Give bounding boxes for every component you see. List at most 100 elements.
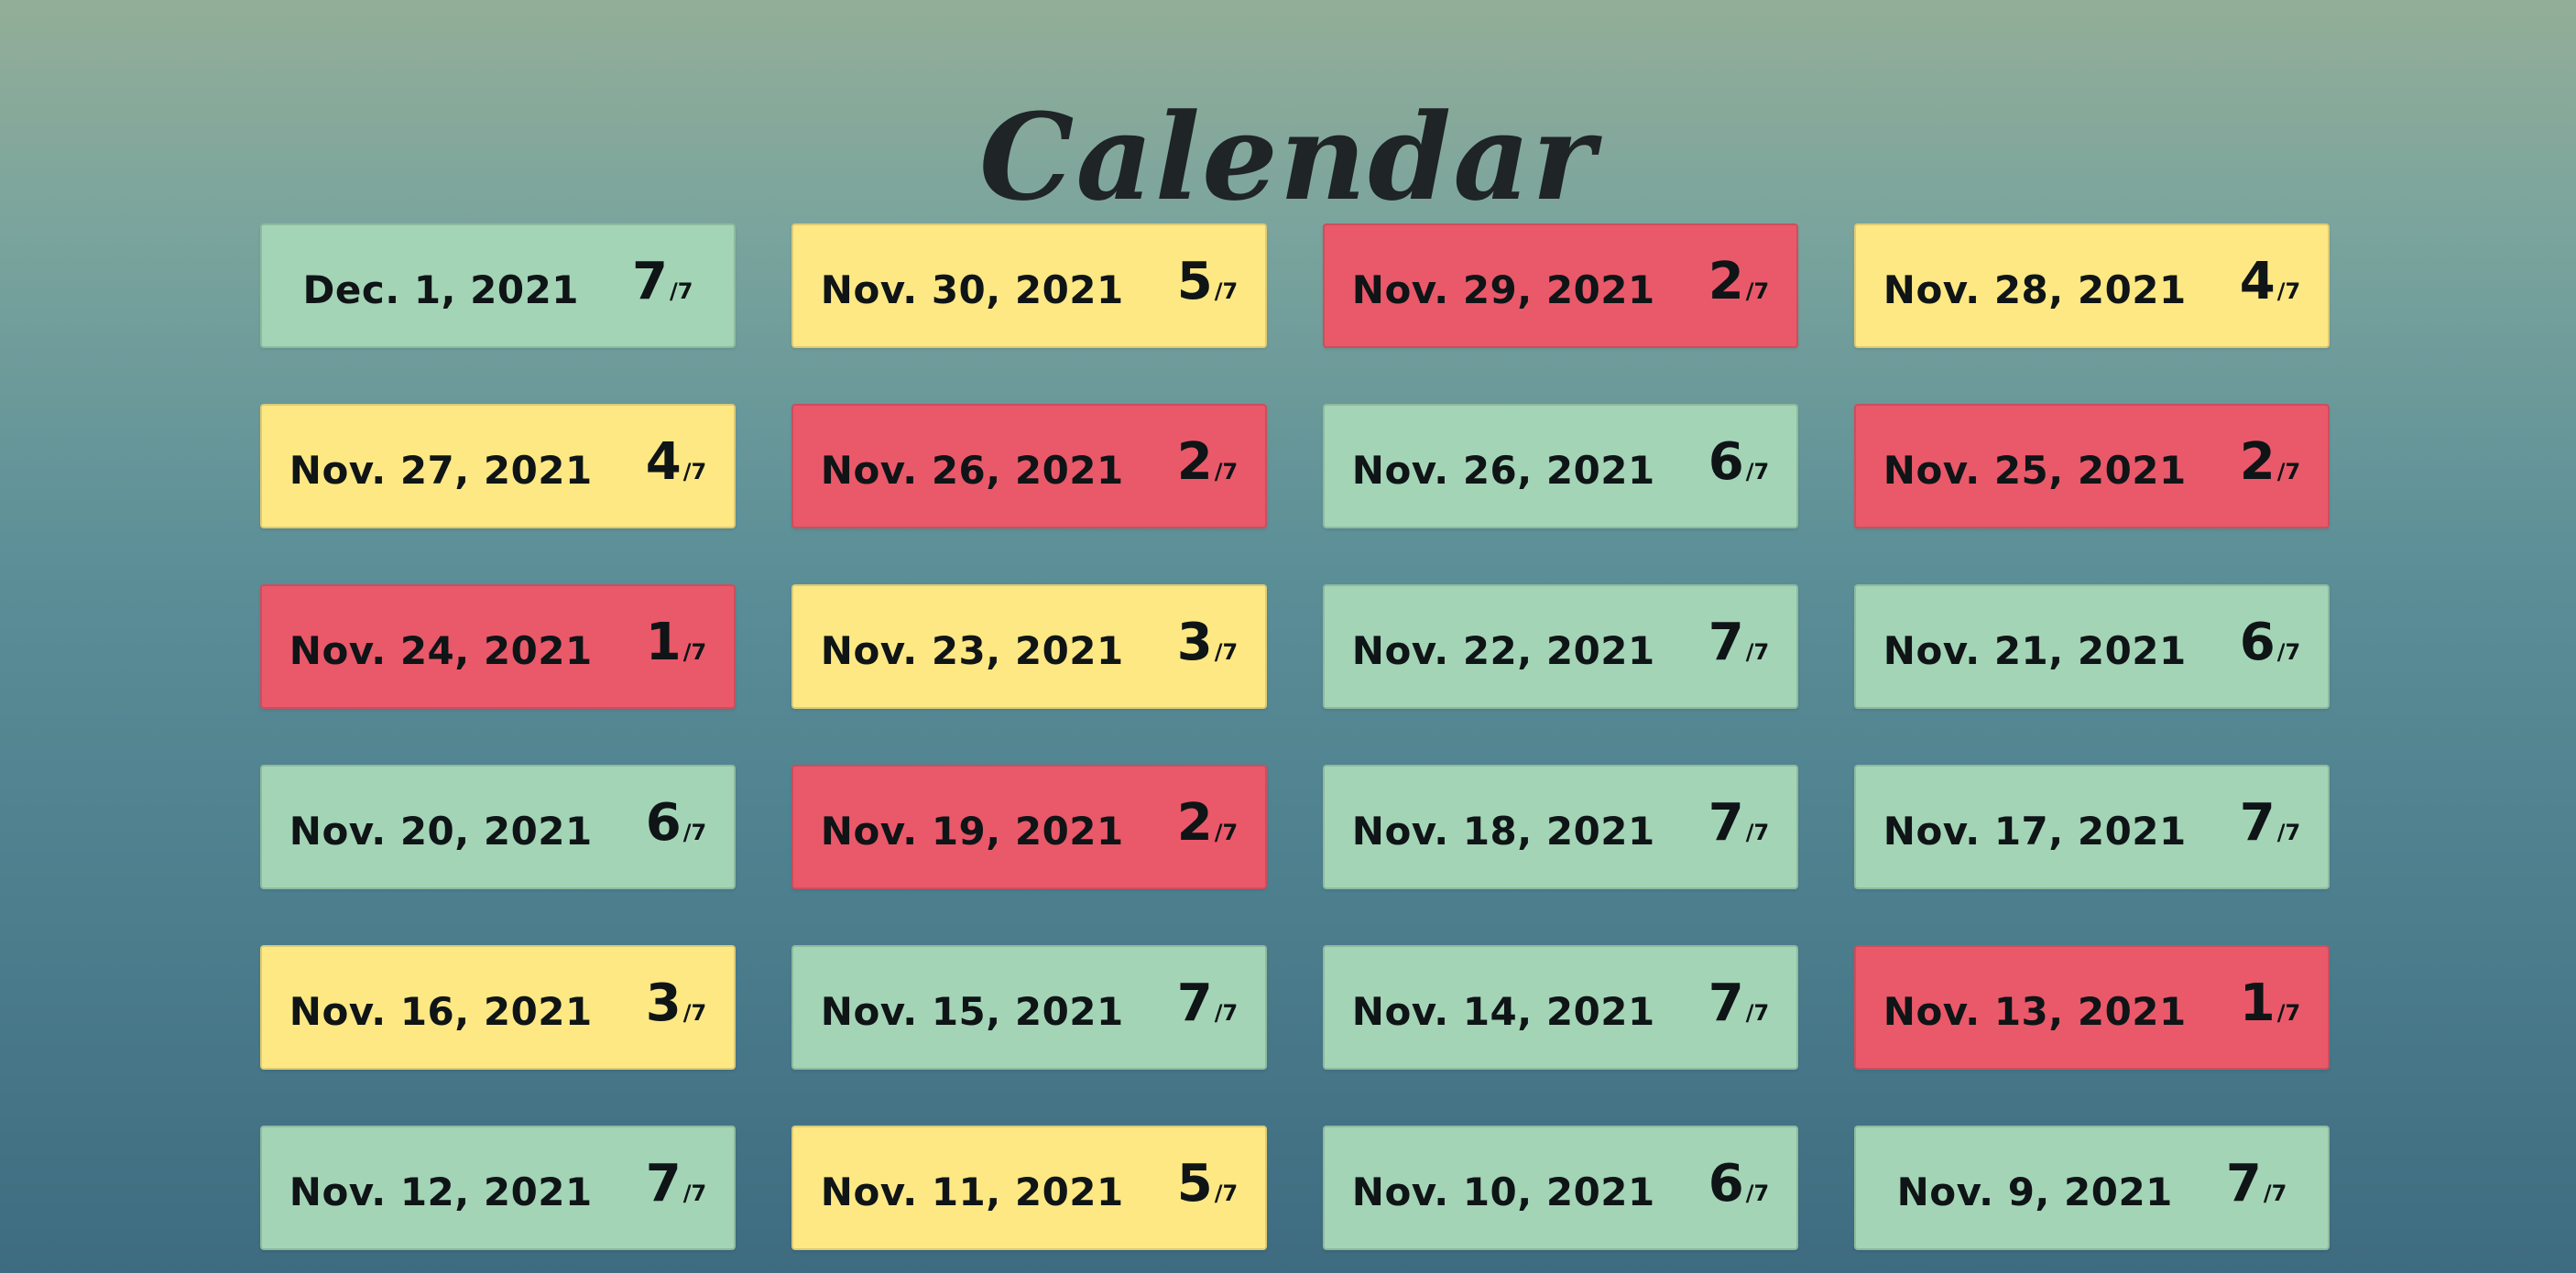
score-total: /7 [1214, 819, 1239, 845]
day-date: Nov. 26, 2021 [1351, 447, 1655, 493]
day-score: 4/7 [2240, 252, 2300, 321]
score-value: 1 [2239, 973, 2276, 1033]
score-total: /7 [682, 638, 707, 665]
score-value: 7 [645, 1153, 682, 1213]
day-date: Nov. 13, 2021 [1883, 988, 2187, 1034]
day-card[interactable]: Nov. 24, 2021 1/7 [260, 584, 736, 709]
day-date: Nov. 19, 2021 [820, 808, 1124, 854]
day-date: Nov. 25, 2021 [1883, 447, 2187, 493]
score-total: /7 [1745, 458, 1770, 484]
day-card[interactable]: Nov. 21, 2021 6/7 [1854, 584, 2330, 709]
day-card[interactable]: Nov. 26, 2021 6/7 [1323, 404, 1798, 528]
score-total: /7 [682, 819, 707, 845]
day-card[interactable]: Nov. 30, 2021 5/7 [791, 223, 1267, 348]
day-card[interactable]: Nov. 10, 2021 6/7 [1323, 1126, 1798, 1250]
day-date: Nov. 20, 2021 [289, 808, 593, 854]
score-value: 3 [645, 973, 682, 1033]
score-total: /7 [670, 277, 693, 304]
day-card[interactable]: Nov. 28, 2021 4/7 [1854, 223, 2330, 348]
score-value: 2 [1176, 431, 1213, 492]
day-date: Nov. 12, 2021 [289, 1169, 593, 1214]
day-card[interactable]: Nov. 13, 2021 1/7 [1854, 945, 2330, 1070]
score-value: 7 [2239, 792, 2276, 853]
day-score: 4/7 [646, 432, 706, 501]
day-date: Nov. 10, 2021 [1351, 1169, 1655, 1214]
score-value: 6 [645, 792, 682, 853]
score-total: /7 [682, 458, 707, 484]
day-date: Nov. 17, 2021 [1883, 808, 2187, 854]
day-card[interactable]: Dec. 1, 2021 7/7 [260, 223, 736, 348]
calendar-grid: Dec. 1, 2021 7/7 Nov. 30, 2021 5/7 Nov. 29… [260, 223, 2330, 1250]
day-date: Nov. 26, 2021 [820, 447, 1124, 493]
day-score: 2/7 [1177, 432, 1238, 501]
day-card[interactable]: Nov. 11, 2021 5/7 [791, 1126, 1267, 1250]
score-total: /7 [1745, 277, 1770, 304]
day-card[interactable]: Nov. 12, 2021 7/7 [260, 1126, 736, 1250]
day-card[interactable]: Nov. 9, 2021 7/7 [1854, 1126, 2330, 1250]
day-card[interactable]: Nov. 22, 2021 7/7 [1323, 584, 1798, 709]
day-score: 2/7 [2240, 432, 2300, 501]
day-score: 7/7 [646, 1154, 706, 1223]
score-total: /7 [1745, 819, 1770, 845]
score-value: 7 [1708, 792, 1744, 853]
day-score: 2/7 [1177, 793, 1238, 862]
day-score: 7/7 [2240, 793, 2300, 862]
day-card[interactable]: Nov. 23, 2021 3/7 [791, 584, 1267, 709]
day-date: Nov. 23, 2021 [820, 627, 1124, 673]
day-card[interactable]: Nov. 15, 2021 7/7 [791, 945, 1267, 1070]
score-value: 7 [2225, 1153, 2262, 1213]
day-score: 6/7 [1708, 1154, 1769, 1223]
day-score: 7/7 [1708, 793, 1769, 862]
score-value: 7 [1708, 973, 1744, 1033]
day-score: 2/7 [1708, 252, 1769, 321]
day-date: Nov. 29, 2021 [1351, 267, 1655, 312]
score-value: 7 [632, 251, 669, 311]
day-score: 7/7 [632, 252, 693, 321]
day-score: 3/7 [646, 974, 706, 1042]
day-card[interactable]: Nov. 27, 2021 4/7 [260, 404, 736, 528]
score-total: /7 [1214, 638, 1239, 665]
score-total: /7 [682, 999, 707, 1026]
score-value: 4 [645, 431, 682, 492]
score-total: /7 [682, 1180, 707, 1206]
day-card[interactable]: Nov. 16, 2021 3/7 [260, 945, 736, 1070]
day-date: Nov. 24, 2021 [289, 627, 593, 673]
score-value: 2 [1176, 792, 1213, 853]
day-card[interactable]: Nov. 29, 2021 2/7 [1323, 223, 1798, 348]
day-score: 7/7 [2226, 1154, 2287, 1223]
score-value: 6 [1708, 1153, 1744, 1213]
day-score: 5/7 [1177, 252, 1238, 321]
score-total: /7 [2276, 819, 2301, 845]
day-score: 6/7 [2240, 613, 2300, 681]
score-value: 2 [1708, 251, 1744, 311]
day-score: 6/7 [1708, 432, 1769, 501]
day-score: 3/7 [1177, 613, 1238, 681]
day-score: 5/7 [1177, 1154, 1238, 1223]
score-total: /7 [1214, 458, 1239, 484]
score-value: 2 [2239, 431, 2276, 492]
day-score: 1/7 [2240, 974, 2300, 1042]
score-value: 7 [1176, 973, 1213, 1033]
score-total: /7 [1745, 638, 1770, 665]
day-date: Nov. 9, 2021 [1896, 1169, 2173, 1214]
day-date: Dec. 1, 2021 [302, 267, 580, 312]
score-total: /7 [2276, 277, 2301, 304]
day-card[interactable]: Nov. 17, 2021 7/7 [1854, 765, 2330, 889]
day-card[interactable]: Nov. 19, 2021 2/7 [791, 765, 1267, 889]
day-date: Nov. 15, 2021 [820, 988, 1124, 1034]
day-card[interactable]: Nov. 25, 2021 2/7 [1854, 404, 2330, 528]
score-total: /7 [2276, 638, 2301, 665]
day-card[interactable]: Nov. 20, 2021 6/7 [260, 765, 736, 889]
day-card[interactable]: Nov. 18, 2021 7/7 [1323, 765, 1798, 889]
day-card[interactable]: Nov. 26, 2021 2/7 [791, 404, 1267, 528]
score-value: 4 [2239, 251, 2276, 311]
day-card[interactable]: Nov. 14, 2021 7/7 [1323, 945, 1798, 1070]
day-date: Nov. 21, 2021 [1883, 627, 2187, 673]
day-score: 7/7 [1708, 974, 1769, 1042]
score-total: /7 [1214, 999, 1239, 1026]
score-value: 6 [1708, 431, 1744, 492]
day-score: 7/7 [1177, 974, 1238, 1042]
day-score: 7/7 [1708, 613, 1769, 681]
day-date: Nov. 27, 2021 [289, 447, 593, 493]
day-date: Nov. 11, 2021 [820, 1169, 1124, 1214]
